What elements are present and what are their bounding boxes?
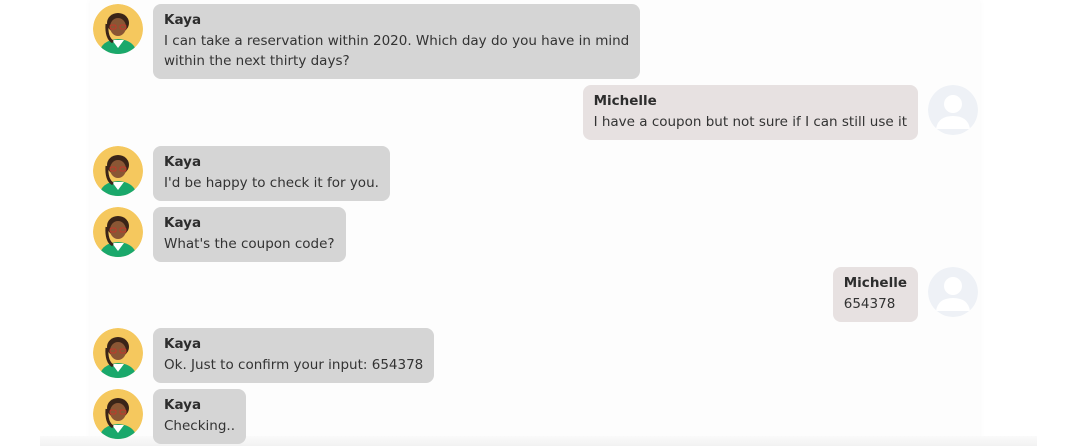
message-text: I'd be happy to check it for you.: [164, 175, 379, 191]
user-avatar-icon: [928, 267, 978, 317]
bot-message: Kaya I can take a reservation within 202…: [93, 4, 641, 79]
user-message: Michelle I have a coupon but not sure if…: [582, 85, 978, 140]
message-text: What's the coupon code?: [164, 236, 335, 252]
user-message: Michelle 654378: [832, 267, 978, 322]
message-bubble: Kaya Ok. Just to confirm your input: 654…: [153, 328, 435, 383]
message-text: I have a coupon but not sure if I can st…: [593, 114, 907, 130]
message-bubble: Kaya I'd be happy to check it for you.: [153, 146, 390, 201]
message-bubble: Kaya What's the coupon code?: [153, 207, 346, 262]
agent-avatar-icon: [93, 146, 143, 196]
message-bubble: Michelle 654378: [832, 267, 918, 322]
sender-name: Michelle: [593, 93, 657, 109]
message-text: 654378: [843, 296, 896, 312]
message-bubble: Kaya Checking..: [153, 389, 246, 444]
agent-avatar-icon: [93, 207, 143, 257]
bot-message: Kaya Checking..: [93, 389, 246, 444]
agent-avatar-icon: [93, 4, 143, 54]
message-bubble: Kaya I can take a reservation within 202…: [153, 4, 641, 79]
message-text: Checking..: [164, 418, 235, 434]
user-avatar-icon: [928, 85, 978, 135]
agent-avatar-icon: [93, 389, 143, 439]
message-bubble: Michelle I have a coupon but not sure if…: [582, 85, 918, 140]
sender-name: Kaya: [164, 12, 202, 28]
sender-name: Kaya: [164, 397, 202, 413]
message-text: Ok. Just to confirm your input: 654378: [164, 357, 424, 373]
sender-name: Kaya: [164, 215, 202, 231]
sender-name: Kaya: [164, 154, 202, 170]
message-text: I can take a reservation within 2020. Wh…: [164, 33, 630, 69]
agent-avatar-icon: [93, 328, 143, 378]
sender-name: Kaya: [164, 336, 202, 352]
bot-message: Kaya I'd be happy to check it for you.: [93, 146, 390, 201]
bot-message: Kaya What's the coupon code?: [93, 207, 346, 262]
bot-message: Kaya Ok. Just to confirm your input: 654…: [93, 328, 435, 383]
sender-name: Michelle: [843, 275, 907, 291]
